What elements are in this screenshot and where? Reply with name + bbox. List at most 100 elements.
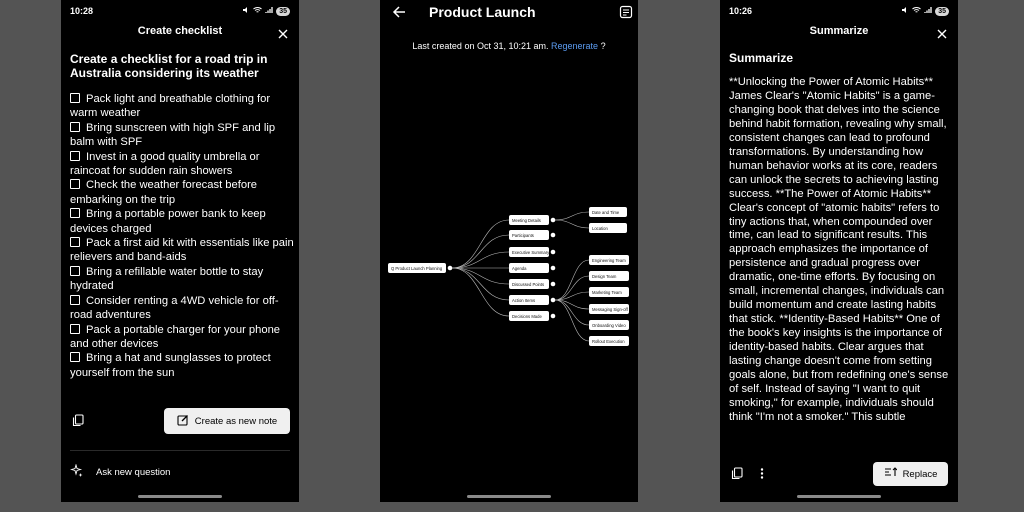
mindmap-leaf-node-label: Messaging Sign-off [592,307,629,312]
checklist-item-label: Pack a first aid kit with essentials lik… [70,237,294,264]
mindmap-leaf-node[interactable]: Onboarding Video [589,320,629,330]
connector [554,259,590,301]
checklist-item[interactable]: Pack light and breathable clothing for w… [70,92,295,121]
signal-icon [265,6,273,16]
mindmap-leaf-node[interactable]: Design Team [589,271,629,281]
connector [451,251,510,269]
connector [451,219,510,269]
checklist-item[interactable]: Pack a portable charger for your phone a… [70,323,295,352]
regenerate-link[interactable]: Regenerate [551,41,598,51]
checklist-item-label: Bring sunscreen with high SPF and lip ba… [70,121,276,149]
checkbox[interactable] [70,352,80,363]
ask-new-question-button[interactable]: Ask new question [69,463,171,480]
checkbox[interactable] [70,121,80,132]
mindmap-leaf-node[interactable]: Messaging Sign-off [589,304,629,314]
mindmap-branch-node[interactable]: Executive Summary [509,247,550,257]
connector [554,211,590,221]
close-icon[interactable] [936,27,948,39]
checkbox[interactable] [70,93,80,103]
close-icon[interactable] [277,27,289,39]
battery-indicator: 35 [935,6,949,16]
help-mark[interactable]: ? [601,41,606,51]
mindmap-root-node[interactable]: Q Product Launch Planning [388,263,446,273]
sparkle-icon [69,463,83,480]
expand-dot[interactable] [550,281,556,287]
checkbox[interactable] [70,294,80,305]
ask-label: Ask new question [96,466,171,478]
copy-icon[interactable] [731,467,743,480]
mindmap-branch-node[interactable]: Agenda [509,263,549,273]
battery-indicator: 35 [276,6,290,16]
mindmap-leaf-node[interactable]: Location [589,223,627,233]
mindmap-leaf-node[interactable]: Date and Time [589,207,627,217]
mindmap-leaf-node-label: Engineering Team [592,258,626,263]
checklist-item[interactable]: Invest in a good quality umbrella or rai… [70,150,295,179]
status-time: 10:26 [729,6,753,16]
mindmap-leaf-node-label: Onboarding Video [592,323,626,328]
checklist-item[interactable]: Bring a refillable water bottle to stay … [70,265,295,294]
checklist-item-label: Pack a portable charger for your phone a… [70,323,281,350]
checkbox[interactable] [70,179,80,190]
connector [554,219,590,229]
mindmap-screen: Product Launch Last created on Oct 31, 1… [380,0,638,502]
mindmap-branch-node-label: Discussed Points [512,282,544,287]
copy-icon[interactable] [72,414,84,427]
replace-button[interactable]: Replace [873,462,948,486]
back-arrow-icon[interactable] [392,5,406,19]
expand-dot[interactable] [550,297,556,303]
mindmap-branch-node-label: Agenda [512,266,527,271]
note-icon[interactable] [619,5,633,19]
checklist-screen: 10:28 35 Create checklist Create a check… [61,0,299,502]
mindmap-leaf-node-label: Marketing Team [592,290,622,295]
checklist-item-label: Consider renting a 4WD vehicle for off-r… [70,294,279,322]
checkbox[interactable] [70,237,80,248]
checklist-item[interactable]: Bring a portable power bank to keep devi… [70,207,295,236]
expand-dot[interactable] [550,232,556,238]
checklist-item[interactable]: Consider renting a 4WD vehicle for off-r… [70,294,295,323]
checklist-item[interactable]: Check the weather forecast before embark… [70,178,295,207]
checklist-item[interactable]: Bring sunscreen with high SPF and lip ba… [70,121,295,150]
status-time: 10:28 [70,6,94,16]
page-title: Product Launch [429,4,536,20]
mindmap-leaf-node[interactable]: Rollout Execution [589,336,629,346]
expand-dot[interactable] [550,265,556,271]
mindmap-branch-node[interactable]: Meeting Details [509,215,549,225]
mindmap[interactable]: Q Product Launch Planning Meeting Details… [380,180,638,360]
create-as-new-note-button[interactable]: Create as new note [164,408,290,434]
checkbox[interactable] [70,208,80,219]
last-created-text: Last created on Oct 31, 10:21 am. [412,41,549,51]
mindmap-branch-node[interactable]: Decisions Made [509,311,549,321]
last-created-info: Last created on Oct 31, 10:21 am. Regene… [380,41,638,51]
expand-dot[interactable] [550,217,556,223]
mindmap-branch-node[interactable]: Action Items [509,295,549,305]
checklist-item[interactable]: Bring a hat and sunglasses to protect yo… [70,351,295,380]
mindmap-branch-node-label: Action Items [512,298,535,303]
mindmap-branch-node-label: Meeting Details [512,218,541,223]
checklist-item-label: Bring a portable power bank to keep devi… [70,208,266,235]
summary-heading: Summarize [729,51,794,65]
connector [451,267,510,285]
mindmap-leaf-node[interactable]: Marketing Team [589,287,629,297]
mindmap-branch-node[interactable]: Discussed Points [509,279,549,289]
checklist-item[interactable]: Pack a first aid kit with essentials lik… [70,236,295,265]
checkbox[interactable] [70,323,80,334]
expand-dot[interactable] [447,265,453,271]
checklist-item-label: Invest in a good quality umbrella or rai… [70,150,260,178]
mindmap-leaf-node-label: Design Team [592,274,617,279]
expand-dot[interactable] [550,249,556,255]
connector [451,267,510,317]
status-bar: 10:26 35 [729,5,949,17]
checklist-item-label: Bring a hat and sunglasses to protect yo… [70,352,271,379]
checkbox[interactable] [70,265,80,276]
checkbox[interactable] [70,150,80,161]
summary-text: **Unlocking the Power of Atomic Habits**… [729,76,949,423]
mindmap-root-node-label: Q Product Launch Planning [391,266,443,271]
more-options-icon[interactable] [759,467,765,480]
home-indicator [467,495,551,498]
mindmap-branch-node[interactable]: Participants [509,230,549,240]
replace-icon [884,467,897,481]
expand-dot[interactable] [550,313,556,319]
screen-title: Create checklist [137,25,223,37]
status-bar: 10:28 35 [70,5,290,17]
mindmap-leaf-node[interactable]: Engineering Team [589,255,629,265]
